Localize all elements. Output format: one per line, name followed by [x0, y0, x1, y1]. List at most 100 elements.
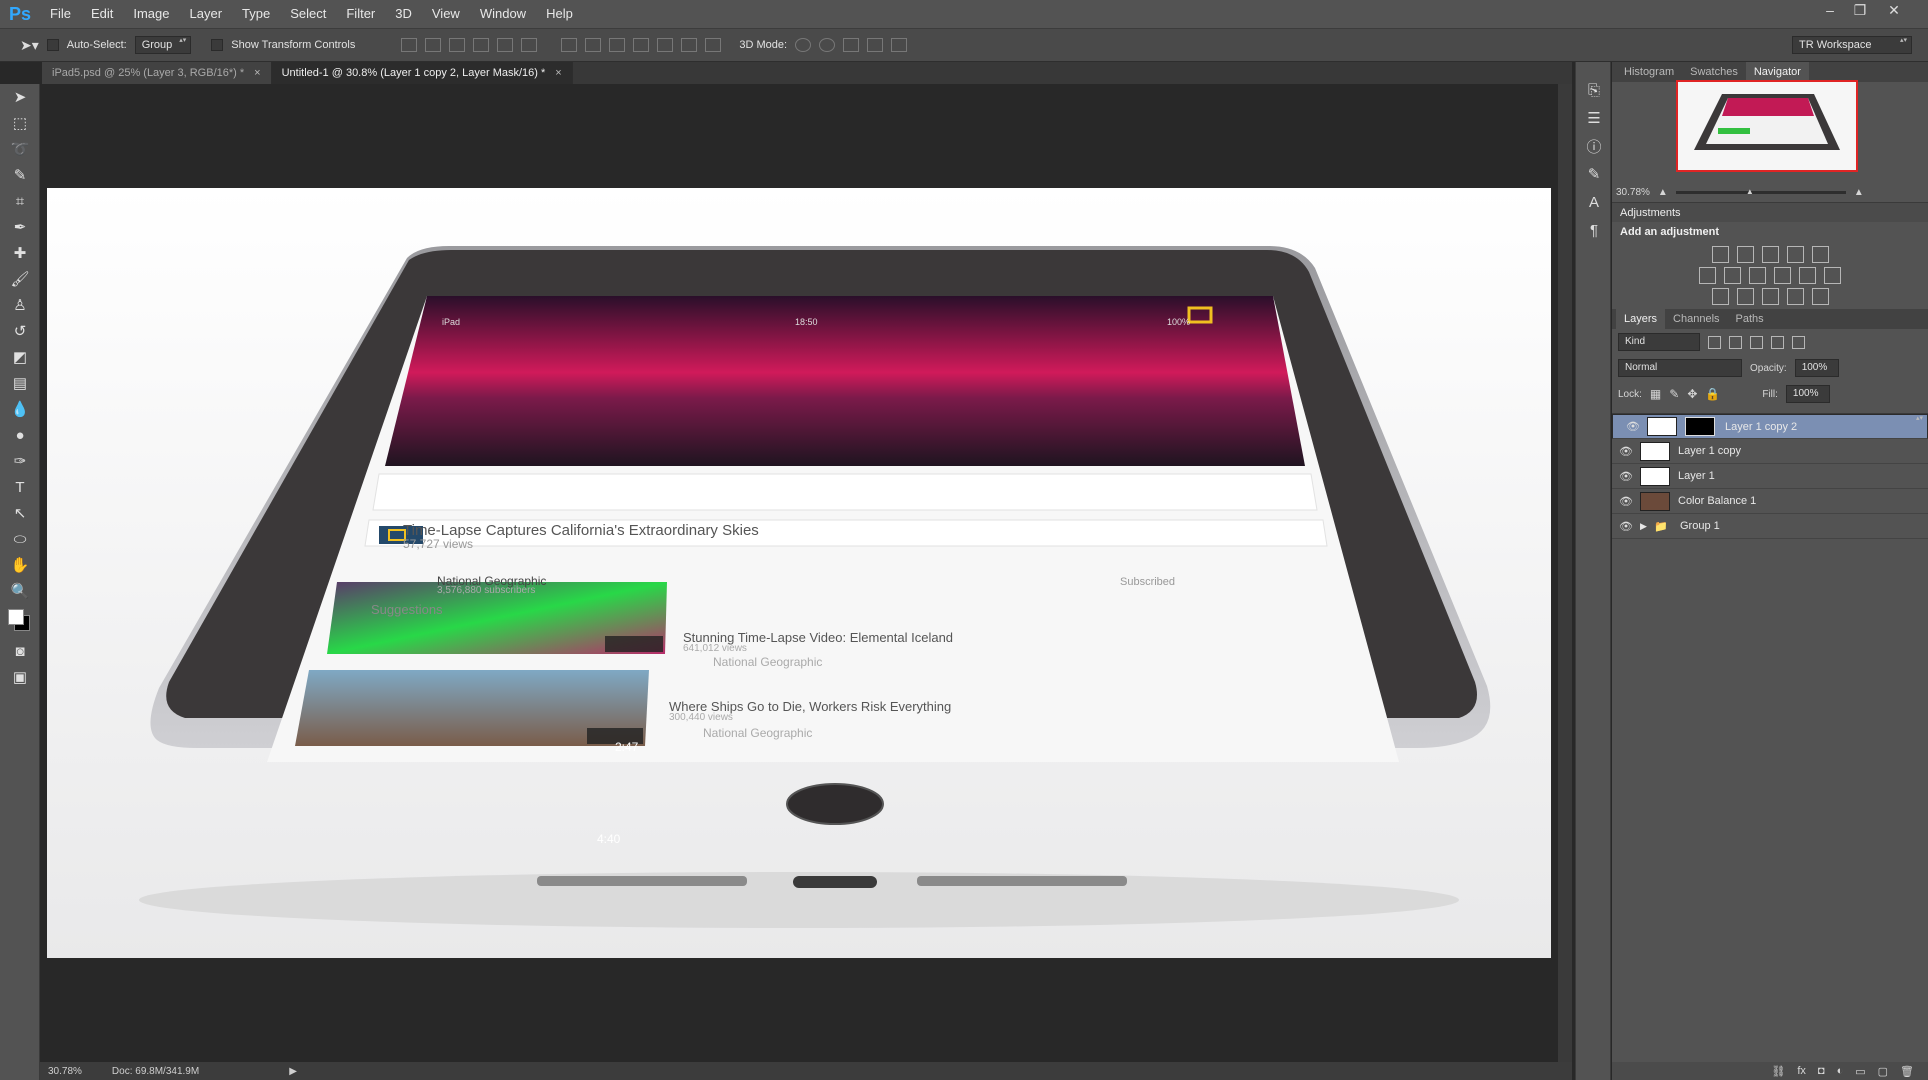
photo-filter-icon[interactable]: [1774, 267, 1791, 284]
menu-edit[interactable]: Edit: [81, 0, 123, 28]
3d-rotate-icon[interactable]: [795, 38, 812, 52]
auto-select-dropdown[interactable]: Group: [134, 36, 192, 54]
threshold-icon[interactable]: [1761, 288, 1779, 305]
new-layer-icon[interactable]: ▢: [1878, 1065, 1888, 1078]
tab-ipad5[interactable]: iPad5.psd @ 25% (Layer 3, RGB/16*) * ×: [42, 62, 272, 84]
filter-type-icon[interactable]: [1750, 335, 1763, 349]
close-icon[interactable]: ✕: [1880, 0, 1908, 20]
layer-row[interactable]: 👁 Color Balance 1: [1612, 489, 1928, 514]
move-tool-icon[interactable]: ➤: [0, 84, 40, 110]
blur-tool-icon[interactable]: 💧: [0, 396, 40, 422]
menu-view[interactable]: View: [422, 0, 470, 28]
menu-file[interactable]: File: [40, 0, 81, 28]
eyedropper-tool-icon[interactable]: ✒: [0, 214, 40, 240]
3d-scale-icon[interactable]: [891, 38, 908, 52]
crop-tool-icon[interactable]: ⌗: [0, 188, 40, 214]
brightness-contrast-icon[interactable]: [1711, 246, 1729, 263]
new-adjustment-icon[interactable]: ◐: [1837, 1065, 1844, 1077]
show-transform-checkbox[interactable]: [211, 39, 224, 51]
history-panel-icon[interactable]: ⎘: [1576, 76, 1612, 104]
distribute-hcenter-icon[interactable]: [657, 38, 674, 52]
dodge-tool-icon[interactable]: ●: [0, 422, 40, 448]
ellipse-tool-icon[interactable]: ⬭: [0, 526, 40, 552]
tab-close-icon[interactable]: ×: [555, 67, 561, 79]
menu-window[interactable]: Window: [470, 0, 536, 28]
align-vcenter-icon[interactable]: [425, 38, 442, 52]
kind-filter-dropdown[interactable]: Kind: [1618, 333, 1700, 351]
history-brush-tool-icon[interactable]: ↺: [0, 318, 40, 344]
opacity-field[interactable]: 100%: [1794, 359, 1839, 377]
auto-select-checkbox[interactable]: [46, 39, 59, 51]
eraser-tool-icon[interactable]: ◩: [0, 344, 40, 370]
filter-pixel-icon[interactable]: [1708, 335, 1721, 349]
marquee-tool-icon[interactable]: ⬚: [0, 110, 40, 136]
navigator-preview[interactable]: [1676, 80, 1858, 172]
align-bottom-icon[interactable]: [449, 38, 466, 52]
canvas-scrollbar[interactable]: [1558, 84, 1572, 1062]
navigator-zoom-slider[interactable]: ▲: [1675, 187, 1846, 196]
visibility-eye-icon[interactable]: 👁: [1612, 520, 1640, 533]
lock-pixels-icon[interactable]: ✎: [1669, 387, 1679, 401]
info-panel-icon[interactable]: ⓘ: [1576, 132, 1612, 160]
color-swatches-icon[interactable]: [0, 604, 40, 638]
visibility-eye-icon[interactable]: 👁: [1612, 495, 1640, 508]
3d-roll-icon[interactable]: [819, 38, 836, 52]
minimize-icon[interactable]: –: [1816, 0, 1844, 20]
gradient-tool-icon[interactable]: ▤: [0, 370, 40, 396]
quick-select-tool-icon[interactable]: ✎: [0, 162, 40, 188]
menu-help[interactable]: Help: [536, 0, 583, 28]
layer-row[interactable]: 👁 Layer 1 copy: [1612, 439, 1928, 464]
zoom-level[interactable]: 30.78%: [48, 1066, 82, 1077]
lasso-tool-icon[interactable]: ➰: [0, 136, 40, 162]
tab-untitled-1[interactable]: Untitled-1 @ 30.8% (Layer 1 copy 2, Laye…: [271, 62, 573, 84]
paragraph-panel-icon[interactable]: ¶: [1576, 216, 1612, 244]
auto-align-icon[interactable]: [705, 38, 722, 52]
tab-close-icon[interactable]: ×: [254, 67, 260, 79]
layer-row[interactable]: 👁 Layer 1: [1612, 464, 1928, 489]
type-tool-icon[interactable]: T: [0, 474, 40, 500]
gradient-map-icon[interactable]: [1811, 288, 1829, 305]
pen-tool-icon[interactable]: ✑: [0, 448, 40, 474]
menu-select[interactable]: Select: [280, 0, 336, 28]
curves-icon[interactable]: [1761, 246, 1779, 263]
visibility-eye-icon[interactable]: 👁: [1612, 470, 1640, 483]
menu-3d[interactable]: 3D: [385, 0, 422, 28]
healing-brush-tool-icon[interactable]: ✚: [0, 240, 40, 266]
navigator-zoom-value[interactable]: 30.78%: [1616, 187, 1650, 198]
clone-stamp-tool-icon[interactable]: ♙: [0, 292, 40, 318]
tab-swatches[interactable]: Swatches: [1682, 62, 1746, 82]
fill-field[interactable]: 100%: [1785, 385, 1830, 403]
distribute-left-icon[interactable]: [633, 38, 650, 52]
3d-slide-icon[interactable]: [867, 38, 884, 52]
distribute-vcenter-icon[interactable]: [585, 38, 602, 52]
add-mask-icon[interactable]: ◘: [1818, 1065, 1825, 1077]
tab-histogram[interactable]: Histogram: [1616, 62, 1682, 82]
menu-image[interactable]: Image: [123, 0, 179, 28]
path-selection-tool-icon[interactable]: ↖: [0, 500, 40, 526]
channel-mixer-icon[interactable]: [1799, 267, 1816, 284]
zoom-out-icon[interactable]: ▲: [1658, 187, 1668, 198]
status-menu-arrow-icon[interactable]: ▶: [289, 1066, 297, 1077]
properties-panel-icon[interactable]: ☰: [1576, 104, 1612, 132]
layer-row[interactable]: 👁 ▶ 📁 Group 1: [1612, 514, 1928, 539]
workspace-dropdown[interactable]: TR Workspace: [1792, 36, 1912, 54]
lock-position-icon[interactable]: ✥: [1687, 387, 1697, 401]
menu-layer[interactable]: Layer: [180, 0, 233, 28]
visibility-eye-icon[interactable]: 👁: [1612, 445, 1640, 458]
align-top-icon[interactable]: [401, 38, 418, 52]
zoom-in-icon[interactable]: ▲: [1854, 187, 1864, 198]
filter-shape-icon[interactable]: [1771, 335, 1784, 349]
menu-filter[interactable]: Filter: [336, 0, 385, 28]
new-group-icon[interactable]: ▭: [1855, 1065, 1865, 1078]
selective-color-icon[interactable]: [1786, 288, 1804, 305]
black-white-icon[interactable]: [1749, 267, 1766, 284]
levels-icon[interactable]: [1736, 246, 1754, 263]
distribute-right-icon[interactable]: [681, 38, 698, 52]
layer-style-icon[interactable]: fx: [1797, 1065, 1806, 1077]
align-right-icon[interactable]: [521, 38, 538, 52]
link-layers-icon[interactable]: ⛓: [1771, 1065, 1785, 1078]
quick-mask-icon[interactable]: ◙: [0, 638, 40, 664]
visibility-eye-icon[interactable]: 👁: [1619, 419, 1647, 435]
brush-panel-icon[interactable]: ✎: [1576, 160, 1612, 188]
lock-transparent-icon[interactable]: ▦: [1650, 387, 1661, 401]
